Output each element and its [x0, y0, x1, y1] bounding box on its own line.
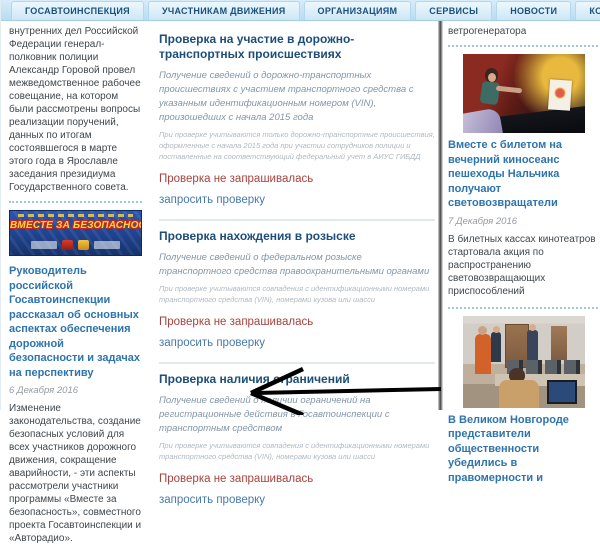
news-headline-1[interactable]: Вместе с билетом на вечерний киносеанс п…	[448, 138, 598, 211]
cinema-box-office-photo[interactable]	[463, 54, 585, 133]
nav-item-gosavtoinspekcia[interactable]: ГОСАВТОИНСПЕКЦИЯ	[11, 1, 144, 20]
nav-item-novosti[interactable]: НОВОСТИ	[496, 1, 571, 20]
vehicle-check-services-panel: Проверка на участие в дорожно-транспортн…	[159, 24, 435, 506]
photo-foreground-monitor	[547, 380, 577, 404]
service-note: При проверке учитываются совпадения с ид…	[159, 283, 435, 305]
photo-person-orange-head	[478, 326, 487, 335]
left-article-text: внутренних дел Российской Федерации гене…	[9, 25, 142, 194]
left-article-text-bottom: Изменение законодательства, создание без…	[9, 402, 142, 545]
service-section-dtp: Проверка на участие в дорожно-транспортн…	[159, 32, 435, 221]
photo-person-scarf	[480, 81, 501, 105]
banner-decorative-line	[18, 214, 133, 217]
vertical-divider	[438, 21, 443, 410]
section-divider	[159, 219, 435, 221]
nav-item-uchastnikam-dvizheniya[interactable]: УЧАСТНИКАМ ДВИЖЕНИЯ	[148, 1, 300, 20]
photo-foreground-person-body	[499, 380, 539, 408]
service-title: Проверка на участие в дорожно-транспортн…	[159, 32, 435, 62]
top-navigation-bar: ГОСАВТОИНСПЕКЦИЯ УЧАСТНИКАМ ДВИЖЕНИЯ ОРГ…	[1, 0, 600, 21]
request-check-link[interactable]: запросить проверку	[159, 337, 435, 349]
together-for-safety-banner[interactable]: ВМЕСТЕ ЗА БЕЗОПАСНОСТЬ	[9, 210, 142, 256]
office-computers-photo[interactable]	[463, 316, 585, 408]
left-article-headline[interactable]: Руководитель российской Госавтоинспекции…	[9, 264, 142, 380]
service-section-ogranicheniya: Проверка наличия ограничений Получение с…	[159, 372, 435, 506]
photo-standee-art	[554, 87, 566, 99]
service-note: При проверке учитываются совпадения с ид…	[159, 440, 435, 462]
photo-person-suit-2	[527, 330, 538, 362]
service-section-rozysk: Проверка нахождения в розыске Получение …	[159, 229, 435, 364]
section-divider	[159, 362, 435, 364]
check-status-link[interactable]: Проверка не запрашивалась	[159, 173, 435, 185]
service-description: Получение сведений о федеральном розыске…	[159, 251, 435, 279]
photo-door-2	[551, 326, 567, 360]
request-check-link[interactable]: запросить проверку	[159, 194, 435, 206]
photo-person-head-2	[529, 324, 536, 331]
photo-seat-shape	[463, 107, 503, 133]
service-note: При проверке учитываются только дорожно-…	[159, 129, 435, 162]
left-article-date: 6 Декабря 2016	[9, 385, 142, 396]
banner-caption-right	[94, 241, 120, 249]
service-title: Проверка нахождения в розыске	[159, 229, 435, 244]
photo-person-orange-sweater	[475, 334, 491, 374]
dotted-divider	[9, 201, 142, 203]
coat-of-arms-logo	[62, 240, 73, 250]
right-news-column: ветрогенератора Вместе с билетом на вече…	[448, 25, 598, 485]
check-status-link[interactable]: Проверка не запрашивалась	[159, 316, 435, 328]
banner-caption-left	[31, 241, 57, 249]
dotted-divider	[448, 307, 598, 309]
nav-item-organizaciyam[interactable]: ОРГАНИЗАЦИЯМ	[304, 1, 412, 20]
avtoradio-logo	[78, 240, 89, 250]
photo-person-arm	[496, 86, 522, 94]
news-text-1: В билетных кассах кинотеатров стартовала…	[448, 233, 598, 298]
banner-logos	[10, 240, 141, 250]
left-news-column: внутренних дел Российской Федерации гене…	[9, 25, 142, 545]
service-description: Получение сведений о наличии ограничений…	[159, 394, 435, 436]
right-article-tail-text: ветрогенератора	[448, 25, 598, 38]
photo-person-suit	[491, 332, 501, 362]
banner-title: ВМЕСТЕ ЗА БЕЗОПАСНОСТЬ	[10, 220, 141, 231]
photo-person-face	[488, 73, 496, 82]
nav-item-servisy[interactable]: СЕРВИСЫ	[415, 1, 492, 20]
service-title: Проверка наличия ограничений	[159, 372, 435, 387]
photo-person-head	[493, 326, 500, 333]
dotted-divider	[448, 45, 598, 47]
news-headline-2[interactable]: В Великом Новгороде представители общест…	[448, 413, 598, 486]
service-description: Получение сведений о дорожно-транспортны…	[159, 69, 435, 125]
request-check-link-target[interactable]: запросить проверку	[159, 494, 435, 506]
check-status-link[interactable]: Проверка не запрашивалась	[159, 473, 435, 485]
news-date-1: 7 Декабря 2016	[448, 216, 598, 227]
nav-item-kontakty[interactable]: КОНТАКТЫ	[575, 1, 600, 20]
